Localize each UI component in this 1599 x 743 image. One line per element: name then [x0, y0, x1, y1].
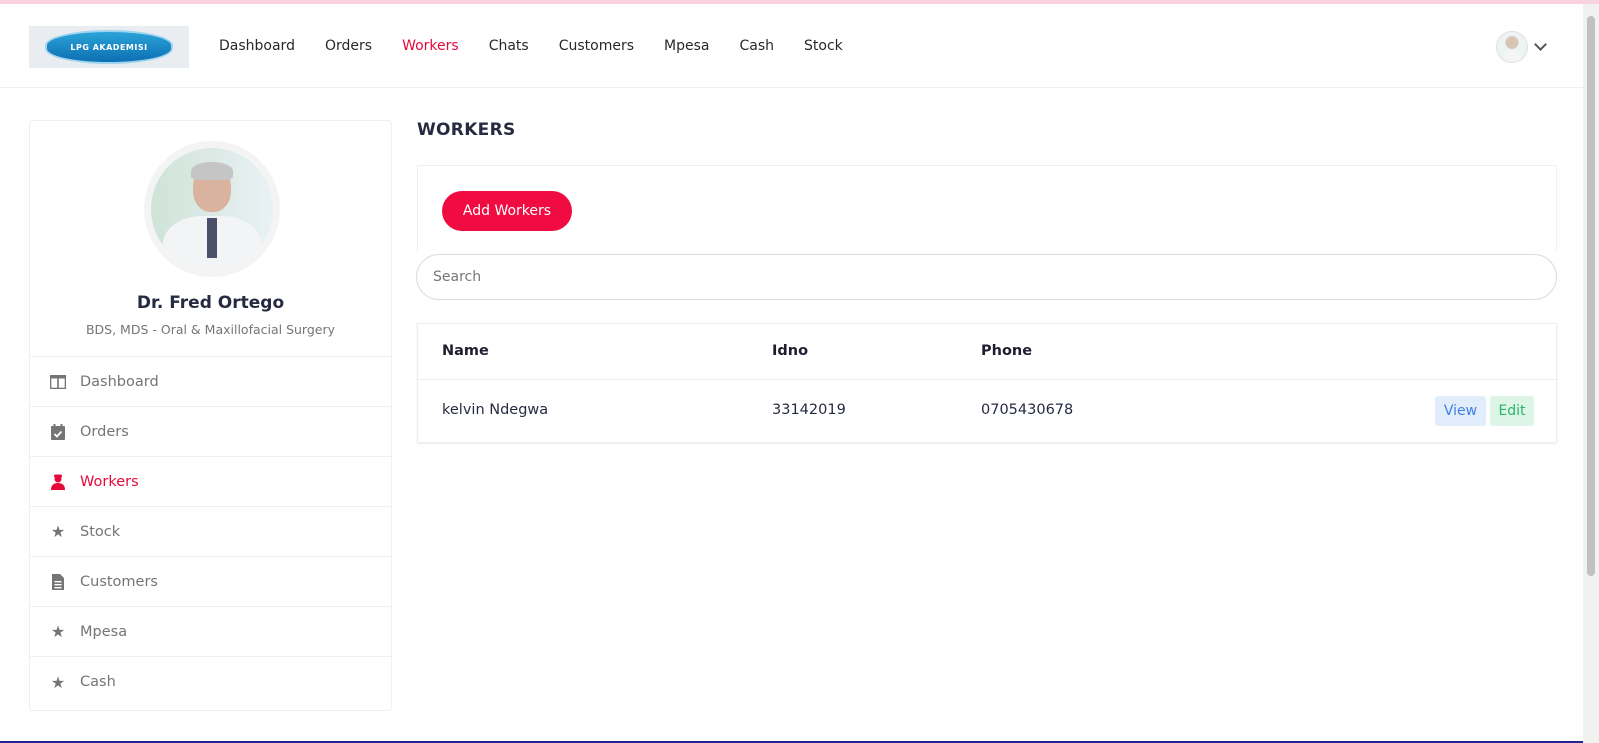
avatar[interactable] — [1496, 31, 1528, 63]
nav-stock[interactable]: Stock — [804, 34, 843, 58]
sidebar-item-label: Mpesa — [80, 623, 128, 640]
star-icon: ★ — [50, 672, 66, 692]
table-row: kelvin Ndegwa 33142019 0705430678 View E… — [418, 380, 1556, 443]
cell-idno: 33142019 — [772, 402, 846, 418]
document-icon — [49, 573, 67, 591]
chevron-down-icon[interactable] — [1534, 38, 1547, 51]
profile-photo — [144, 141, 280, 277]
nav-orders[interactable]: Orders — [325, 34, 372, 58]
sidebar-item-stock[interactable]: ★ Stock — [30, 507, 391, 557]
cell-name: kelvin Ndegwa — [442, 402, 549, 418]
sidebar-item-label: Stock — [80, 523, 121, 540]
page-title: WORKERS — [417, 120, 516, 140]
nav-customers[interactable]: Customers — [559, 34, 634, 58]
edit-button[interactable]: Edit — [1490, 396, 1534, 426]
logo-badge: LPG AKADEMISI — [45, 30, 173, 64]
nav-workers[interactable]: Workers — [402, 34, 459, 58]
toolbar-card: Add Workers — [417, 165, 1557, 252]
column-header-phone: Phone — [981, 343, 1033, 359]
nav-mpesa[interactable]: Mpesa — [664, 34, 709, 58]
columns-icon — [49, 373, 67, 391]
star-icon: ★ — [50, 522, 66, 541]
profile-subtitle: BDS, MDS - Oral & Maxillofacial Surgery — [85, 322, 336, 337]
scrollbar-thumb[interactable] — [1587, 16, 1595, 576]
user-worker-icon — [49, 473, 67, 491]
sidebar-item-workers[interactable]: Workers — [30, 457, 391, 507]
sidebar-item-label: Customers — [80, 573, 158, 590]
table-header-row: Name Idno Phone — [418, 324, 1556, 380]
sidebar-item-orders[interactable]: Orders — [30, 407, 391, 457]
workers-table: Name Idno Phone kelvin Ndegwa 33142019 0… — [417, 323, 1557, 443]
star-icon: ★ — [50, 622, 66, 641]
profile-card: Dr. Fred Ortego BDS, MDS - Oral & Maxill… — [30, 121, 391, 357]
user-menu[interactable] — [1496, 31, 1547, 63]
top-header: LPG AKADEMISI Dashboard Orders Workers C… — [0, 4, 1583, 88]
main-nav: Dashboard Orders Workers Chats Customers… — [219, 34, 873, 58]
sidebar-item-label: Cash — [80, 674, 116, 690]
logo-text: LPG AKADEMISI — [70, 42, 148, 52]
sidebar-item-cash[interactable]: ★ Cash — [30, 657, 391, 707]
page-scrollbar[interactable] — [1583, 4, 1599, 743]
profile-sidebar: Dr. Fred Ortego BDS, MDS - Oral & Maxill… — [29, 120, 392, 711]
nav-cash[interactable]: Cash — [739, 34, 774, 58]
sidebar-item-label: Dashboard — [80, 373, 159, 390]
view-button[interactable]: View — [1435, 396, 1486, 426]
nav-dashboard[interactable]: Dashboard — [219, 34, 295, 58]
search-input[interactable] — [416, 254, 1557, 300]
sidebar-item-dashboard[interactable]: Dashboard — [30, 357, 391, 407]
sidebar-item-customers[interactable]: Customers — [30, 557, 391, 607]
sidebar-item-label: Workers — [80, 473, 139, 490]
profile-name: Dr. Fred Ortego — [136, 293, 285, 313]
column-header-idno: Idno — [772, 343, 809, 359]
column-header-name: Name — [442, 343, 489, 359]
sidebar-item-label: Orders — [80, 423, 129, 440]
sidebar-item-mpesa[interactable]: ★ Mpesa — [30, 607, 391, 657]
cell-phone: 0705430678 — [981, 402, 1074, 418]
calendar-check-icon — [49, 423, 67, 441]
logo[interactable]: LPG AKADEMISI — [29, 26, 189, 68]
nav-chats[interactable]: Chats — [489, 34, 529, 58]
add-workers-button[interactable]: Add Workers — [442, 191, 572, 231]
